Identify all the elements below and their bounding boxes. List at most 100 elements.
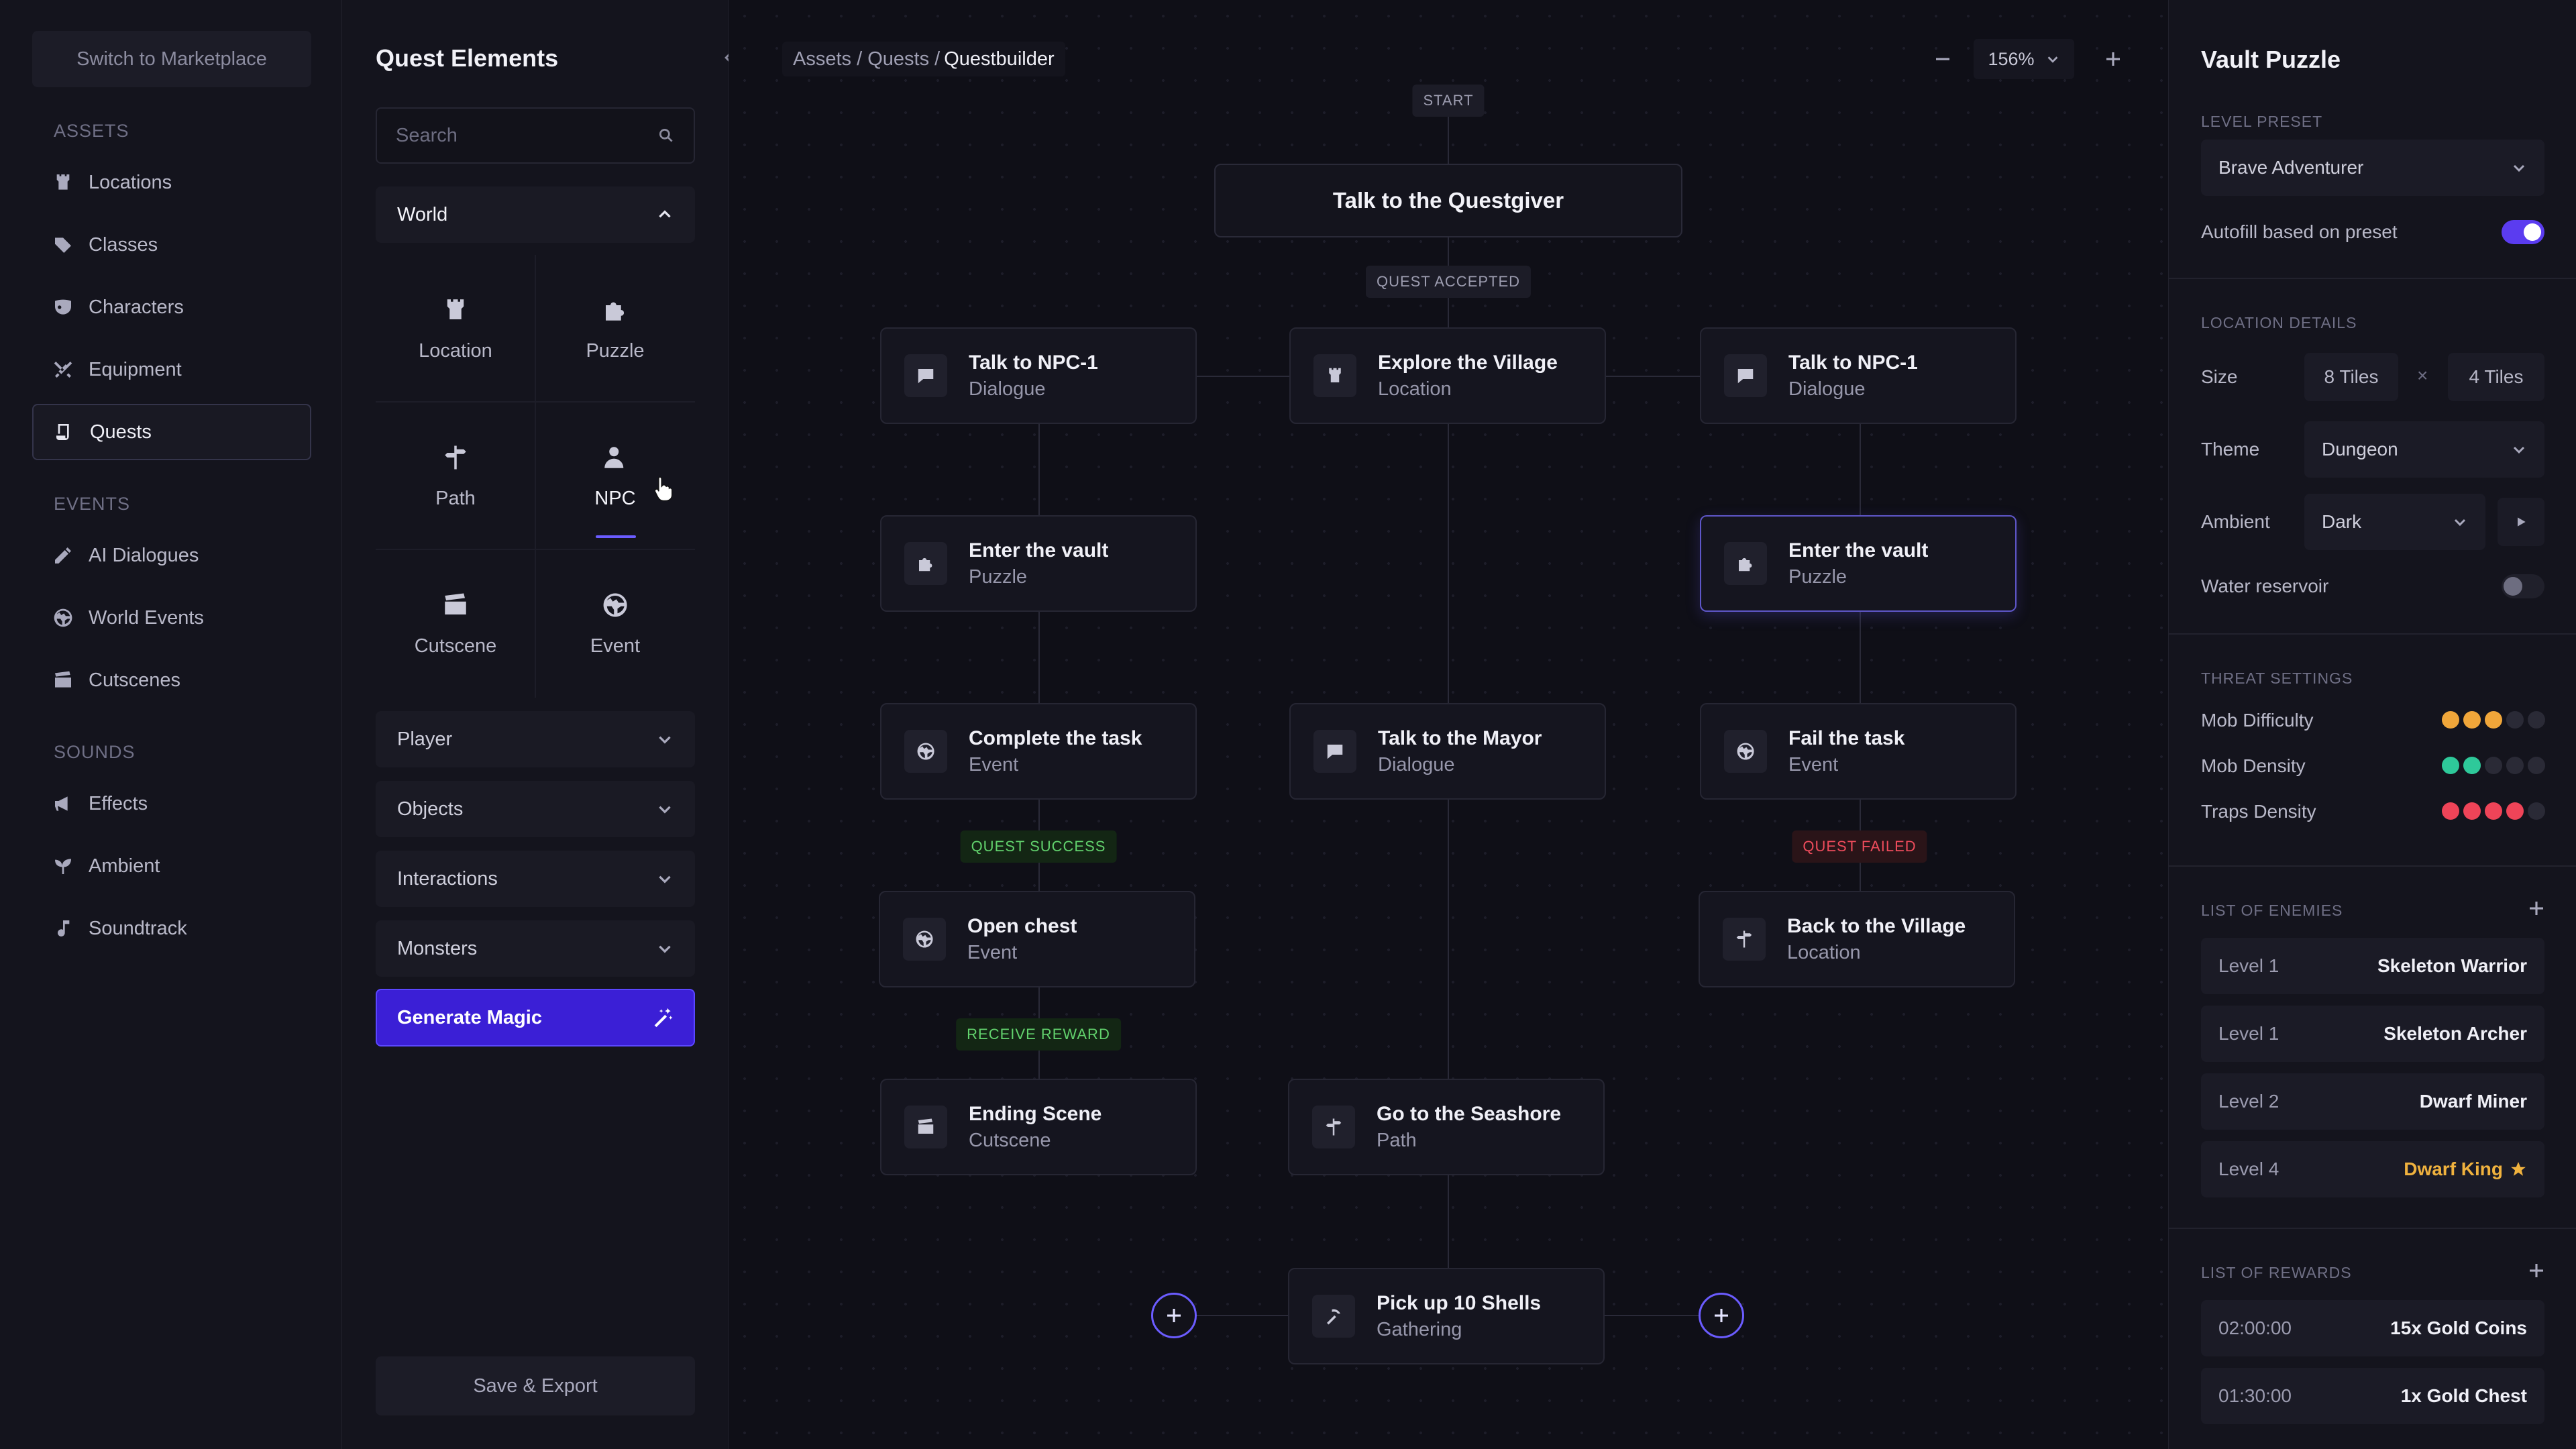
nav-item-classes[interactable]: Classes	[32, 217, 311, 273]
traps-density-rating[interactable]	[2442, 802, 2545, 820]
level-preset-select[interactable]: Brave Adventurer	[2201, 140, 2544, 196]
theme-select[interactable]: Dungeon	[2304, 421, 2544, 478]
tile-path[interactable]: Path	[376, 402, 535, 550]
tile-label: Location	[419, 339, 492, 362]
quest-canvas[interactable]: Assets / Quests / Questbuilder 156% STAR…	[729, 0, 2168, 1449]
nav-item-ambient[interactable]: Ambient	[32, 838, 311, 894]
quest-node[interactable]: Explore the Village Location	[1289, 327, 1606, 424]
tile-puzzle[interactable]: Puzzle	[535, 255, 695, 402]
quest-node[interactable]: Talk to the Mayor Dialogue	[1289, 703, 1606, 800]
nav-item-quests[interactable]: Quests	[32, 404, 311, 460]
search-input[interactable]	[396, 124, 657, 147]
tile-cutscene[interactable]: Cutscene	[376, 550, 535, 698]
mask-icon	[51, 295, 75, 319]
mob-difficulty-rating[interactable]	[2442, 711, 2545, 729]
skull-icon	[2442, 802, 2459, 820]
save-export-button[interactable]: Save & Export	[376, 1356, 695, 1415]
quest-node[interactable]: Back to the Village Location	[1699, 891, 2015, 987]
reward-time: 02:00:00	[2218, 1318, 2292, 1338]
size-height-field[interactable]: 4 Tiles	[2448, 353, 2544, 401]
cursor-hand-icon	[654, 476, 673, 502]
enemy-row[interactable]: Level 2 Dwarf Miner	[2201, 1073, 2544, 1130]
quest-node[interactable]: Open chest Event	[879, 891, 1195, 987]
enemy-row-boss[interactable]: Level 4 Dwarf King	[2201, 1141, 2544, 1197]
person-icon	[604, 446, 624, 468]
quest-node[interactable]: Go to the Seashore Path	[1288, 1079, 1605, 1175]
node-type: Cutscene	[969, 1129, 1051, 1151]
quest-node-selected[interactable]: Enter the vault Puzzle	[1700, 515, 2017, 612]
node-title: Open chest	[967, 914, 1077, 937]
search-box[interactable]	[376, 107, 695, 164]
globe-icon	[904, 730, 947, 773]
quest-node[interactable]: Pick up 10 Shells Gathering	[1288, 1268, 1605, 1364]
accordion-label: Monsters	[397, 937, 478, 959]
skull-icon	[2463, 802, 2481, 820]
world-accordion[interactable]: World	[376, 186, 695, 243]
nav-item-equipment[interactable]: Equipment	[32, 341, 311, 398]
node-title: Ending Scene	[969, 1102, 1102, 1125]
nav-item-ai-dialogues[interactable]: AI Dialogues	[32, 527, 311, 584]
quest-node[interactable]: Talk to NPC-1 Dialogue	[880, 327, 1197, 424]
minus-icon	[1936, 58, 1949, 60]
globe-icon	[1724, 730, 1767, 773]
reward-row[interactable]: 02:00:00 15x Gold Coins	[2201, 1300, 2544, 1356]
node-title: Enter the vault	[1788, 539, 1929, 561]
theme-label: Theme	[2201, 439, 2260, 460]
plus-icon	[2530, 1264, 2543, 1277]
zoom-in-button[interactable]	[2093, 39, 2133, 79]
objects-accordion[interactable]: Objects	[376, 781, 695, 837]
size-width-field[interactable]: 8 Tiles	[2304, 353, 2398, 401]
nav-item-label: Ambient	[89, 855, 160, 877]
nav-item-cutscenes[interactable]: Cutscenes	[32, 652, 311, 708]
quest-node[interactable]: Fail the task Event	[1700, 703, 2017, 800]
nav-item-label: Locations	[89, 171, 172, 193]
enemy-row[interactable]: Level 1 Skeleton Archer	[2201, 1006, 2544, 1062]
enemy-level: Level 1	[2218, 1023, 2279, 1044]
tile-label: NPC	[594, 487, 636, 509]
enemy-row[interactable]: Level 1 Skeleton Warrior	[2201, 938, 2544, 994]
puzzle-icon	[1724, 542, 1767, 585]
nav-item-world-events[interactable]: World Events	[32, 590, 311, 646]
reward-row[interactable]: 01:30:00 1x Gold Chest	[2201, 1368, 2544, 1424]
world-element-tiles: Location Puzzle Path NPC Cutscene Event	[376, 255, 695, 698]
ambient-select[interactable]: Dark	[2304, 494, 2485, 550]
quest-node-start[interactable]: Talk to the Questgiver	[1214, 164, 1682, 237]
enemies-label: LIST OF ENEMIES	[2201, 902, 2343, 919]
music-note-icon	[51, 916, 75, 941]
zoom-out-button[interactable]	[1923, 39, 1963, 79]
generate-magic-button[interactable]: Generate Magic	[376, 989, 695, 1046]
nav-item-characters[interactable]: Characters	[32, 279, 311, 335]
chevron-down-icon	[659, 736, 671, 744]
nav-item-effects[interactable]: Effects	[32, 775, 311, 832]
breadcrumb-path[interactable]: Assets / Quests /	[793, 48, 940, 70]
node-type: Gathering	[1377, 1318, 1462, 1340]
quest-node[interactable]: Enter the vault Puzzle	[880, 515, 1197, 612]
ambient-play-button[interactable]	[2498, 498, 2544, 546]
nav-item-locations[interactable]: Locations	[32, 154, 311, 211]
add-enemy-button[interactable]	[2524, 896, 2548, 920]
reward-time: 01:30:00	[2218, 1385, 2292, 1406]
add-node-left-button[interactable]	[1151, 1293, 1197, 1338]
node-title: Enter the vault	[969, 539, 1109, 561]
water-reservoir-toggle[interactable]	[2502, 574, 2544, 598]
add-reward-button[interactable]	[2524, 1258, 2548, 1283]
size-separator: ×	[2417, 365, 2428, 386]
autofill-toggle[interactable]	[2502, 220, 2544, 244]
interactions-accordion[interactable]: Interactions	[376, 851, 695, 907]
tile-event[interactable]: Event	[535, 550, 695, 698]
autofill-label: Autofill based on preset	[2201, 221, 2398, 242]
switch-marketplace-button[interactable]: Switch to Marketplace	[32, 31, 311, 87]
zoom-level-select[interactable]: 156%	[1974, 39, 2074, 79]
player-accordion[interactable]: Player	[376, 711, 695, 767]
add-node-right-button[interactable]	[1699, 1293, 1744, 1338]
quest-node[interactable]: Talk to NPC-1 Dialogue	[1700, 327, 2017, 424]
tile-location[interactable]: Location	[376, 255, 535, 402]
mob-density-rating[interactable]	[2442, 757, 2545, 774]
receive-reward-tag: RECEIVE REWARD	[956, 1018, 1121, 1051]
globe-icon	[903, 918, 946, 961]
quest-node[interactable]: Ending Scene Cutscene	[880, 1079, 1197, 1175]
quest-node[interactable]: Complete the task Event	[880, 703, 1197, 800]
nav-item-soundtrack[interactable]: Soundtrack	[32, 900, 311, 957]
skull-icon	[2506, 757, 2524, 774]
monsters-accordion[interactable]: Monsters	[376, 920, 695, 977]
